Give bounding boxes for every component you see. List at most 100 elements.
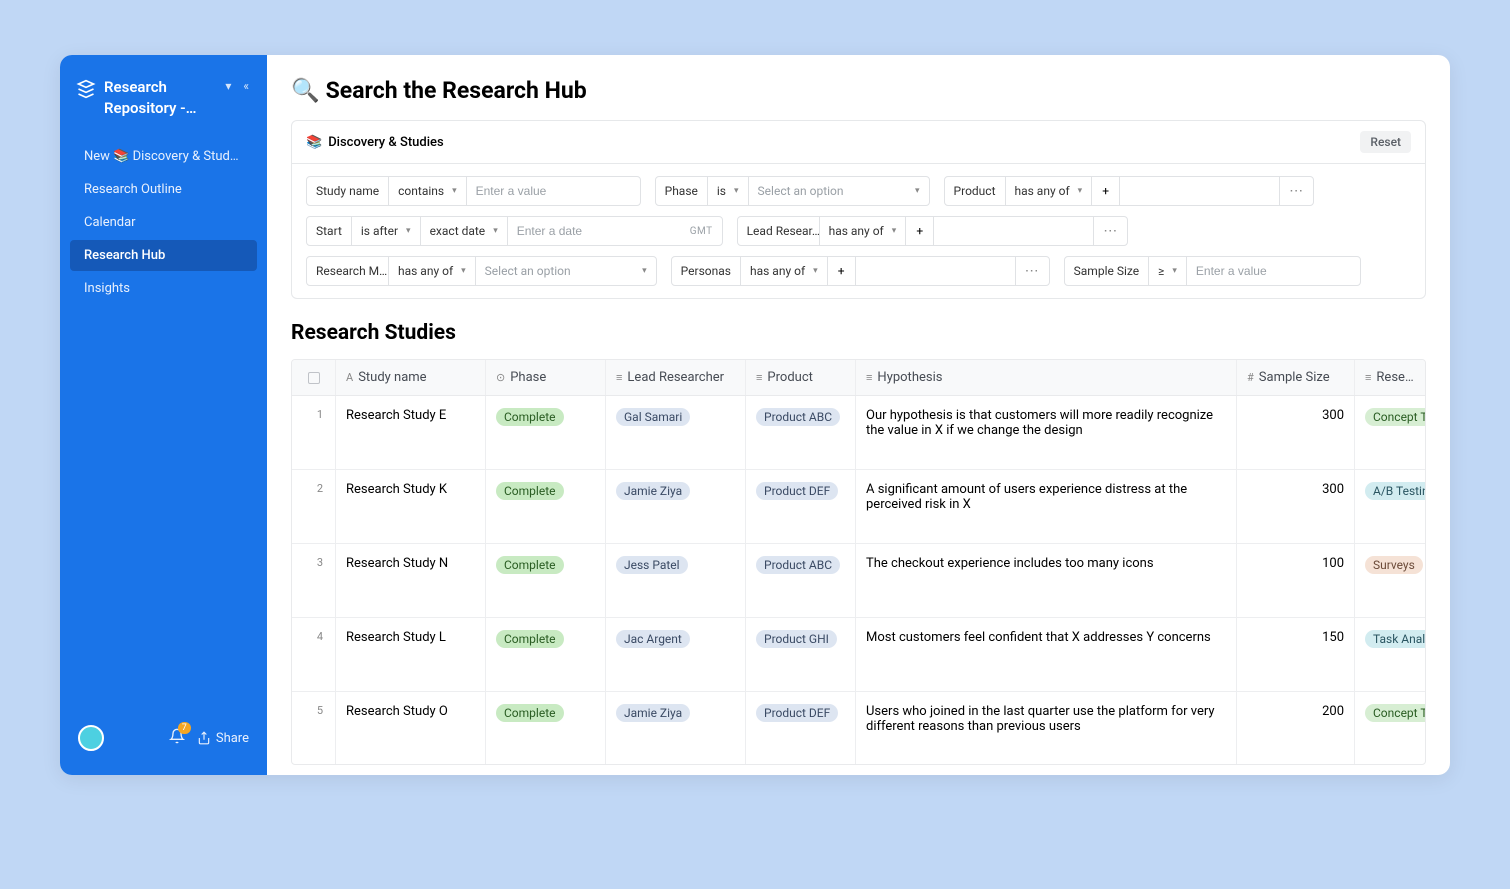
filter-operator[interactable]: has any of▾ — [389, 257, 476, 285]
cell-study-name[interactable]: Research Study K — [336, 470, 486, 543]
table-row[interactable]: 3Research Study N Complete Jess Patel Produ… — [292, 544, 1425, 618]
filter-value-input[interactable] — [1187, 257, 1360, 285]
status-icon: ⊙ — [496, 371, 505, 384]
main-content: 🔍 Search the Research Hub 📚 Discovery & … — [267, 55, 1450, 775]
column-checkbox[interactable] — [292, 360, 336, 395]
cell-hypothesis: The checkout experience includes too man… — [856, 544, 1237, 617]
nav-item-insights[interactable]: Insights — [70, 273, 257, 304]
filter-more-icon[interactable]: ⋯ — [1016, 257, 1049, 285]
workspace-title[interactable]: Research Repository -… — [104, 77, 215, 119]
filter-row-2: Start is after▾ exact date▾ GMT Lead Res… — [306, 216, 1411, 246]
column-product[interactable]: ≡Product — [746, 360, 856, 395]
filter-operator[interactable]: has any of▾ — [741, 257, 828, 285]
column-hypothesis[interactable]: ≡Hypothesis — [856, 360, 1237, 395]
cell-study-name[interactable]: Research Study L — [336, 618, 486, 691]
cell-study-name[interactable]: Research Study N — [336, 544, 486, 617]
nav-item-research-outline[interactable]: Research Outline — [70, 174, 257, 205]
column-lead-researcher[interactable]: ≡Lead Researcher — [606, 360, 746, 395]
page-title-text: Search the Research Hub — [326, 77, 587, 104]
filter-phase: Phase is▾ Select an option▾ — [655, 176, 930, 206]
cell-hypothesis: Our hypothesis is that customers will mo… — [856, 396, 1237, 469]
cell-lead: Jamie Ziya — [606, 692, 746, 764]
cell-study-name[interactable]: Research Study O — [336, 692, 486, 764]
timezone-label: GMT — [681, 217, 722, 245]
filter-panel: 📚 Discovery & Studies Reset Study name c… — [291, 120, 1426, 299]
row-number: 5 — [292, 692, 336, 764]
filter-select[interactable] — [934, 217, 1094, 245]
phase-chip: Complete — [496, 556, 564, 574]
list-icon: ≡ — [1365, 371, 1371, 384]
notifications-button[interactable]: 7 — [169, 728, 185, 748]
sidebar-collapse-icon[interactable]: « — [241, 77, 251, 95]
filter-research-method: Research M… has any of▾ Select an option… — [306, 256, 657, 286]
filter-select[interactable]: Select an option▾ — [749, 177, 929, 205]
chevron-down-icon: ▾ — [734, 186, 739, 196]
row-number: 3 — [292, 544, 336, 617]
cell-study-name[interactable]: Research Study E — [336, 396, 486, 469]
filter-operator[interactable]: ≥▾ — [1149, 257, 1187, 285]
filter-select[interactable]: Select an option▾ — [476, 257, 656, 285]
column-research-method[interactable]: ≡Researc — [1355, 360, 1425, 395]
share-button[interactable]: Share — [197, 731, 249, 746]
cell-lead: Gal Samari — [606, 396, 746, 469]
checkbox-icon — [308, 372, 320, 384]
cell-sample-size: 100 — [1237, 544, 1355, 617]
person-chip: Jac Argent — [616, 630, 690, 648]
table-row[interactable]: 5Research Study OCompleteJamie ZiyaProdu… — [292, 692, 1425, 764]
filter-operator[interactable]: is▾ — [708, 177, 749, 205]
column-phase[interactable]: ⊙Phase — [486, 360, 606, 395]
cell-sample-size: 200 — [1237, 692, 1355, 764]
list-icon: ≡ — [756, 371, 762, 384]
add-value-button[interactable]: + — [906, 217, 934, 245]
filter-row-1: Study name contains▾ Phase is▾ Select an… — [306, 176, 1411, 206]
number-icon: # — [1247, 371, 1254, 384]
chevron-down-icon: ▾ — [493, 226, 498, 236]
table-row[interactable]: 1Research Study ECompleteGal SamariProdu… — [292, 396, 1425, 470]
filter-operator[interactable]: has any of▾ — [1006, 177, 1093, 205]
person-chip: Jess Patel — [616, 556, 688, 574]
add-value-button[interactable]: + — [1092, 177, 1120, 205]
workspace-dropdown-icon[interactable]: ▾ — [223, 77, 233, 95]
cell-sample-size: 150 — [1237, 618, 1355, 691]
phase-chip: Complete — [496, 482, 564, 500]
filter-operator[interactable]: contains▾ — [389, 177, 466, 205]
filter-more-icon[interactable]: ⋯ — [1280, 177, 1313, 205]
phase-chip: Complete — [496, 630, 564, 648]
filter-lead-researcher: Lead Resear… has any of▾ + ⋯ — [737, 216, 1129, 246]
share-icon — [197, 731, 211, 745]
cell-phase: Complete — [486, 544, 606, 617]
nav-item-calendar[interactable]: Calendar — [70, 207, 257, 238]
filter-select[interactable] — [1120, 177, 1280, 205]
filter-select[interactable] — [856, 257, 1016, 285]
product-chip: Product DEF — [756, 482, 838, 500]
add-value-button[interactable]: + — [828, 257, 856, 285]
phase-chip: Complete — [496, 408, 564, 426]
filter-operator[interactable]: has any of▾ — [820, 217, 907, 245]
column-study-name[interactable]: AStudy name — [336, 360, 486, 395]
filter-value-input[interactable] — [467, 177, 640, 205]
filter-row-3: Research M… has any of▾ Select an option… — [306, 256, 1411, 286]
filter-study-name: Study name contains▾ — [306, 176, 641, 206]
chevron-down-icon: ▾ — [642, 266, 647, 276]
reset-button[interactable]: Reset — [1360, 131, 1411, 153]
filter-product: Product has any of▾ + ⋯ — [944, 176, 1315, 206]
filter-operator[interactable]: is after▾ — [352, 217, 421, 245]
sidebar-nav: New 📚 Discovery & Study E… Research Outl… — [66, 139, 261, 306]
nav-item-new-discovery[interactable]: New 📚 Discovery & Study E… — [70, 141, 257, 172]
table-header: AStudy name ⊙Phase ≡Lead Researcher ≡Pro… — [292, 360, 1425, 396]
filter-label: Research M… — [307, 257, 389, 285]
table-body[interactable]: 1Research Study ECompleteGal SamariProdu… — [292, 396, 1425, 764]
filter-start-date: Start is after▾ exact date▾ GMT — [306, 216, 723, 246]
table-row[interactable]: 2Research Study KCompleteJamie ZiyaProdu… — [292, 470, 1425, 544]
filter-date-input[interactable] — [508, 217, 681, 245]
column-sample-size[interactable]: #Sample Size — [1237, 360, 1355, 395]
filter-more-icon[interactable]: ⋯ — [1094, 217, 1127, 245]
filter-date-mode[interactable]: exact date▾ — [421, 217, 508, 245]
user-avatar[interactable] — [78, 725, 104, 751]
chevron-down-icon: ▾ — [461, 266, 466, 276]
table-row[interactable]: 4Research Study LCompleteJac ArgentProdu… — [292, 618, 1425, 692]
product-chip: Product DEF — [756, 704, 838, 722]
nav-item-research-hub[interactable]: Research Hub — [70, 240, 257, 271]
filter-sample-size: Sample Size ≥▾ — [1064, 256, 1361, 286]
cell-product: Product ABC — [746, 544, 856, 617]
